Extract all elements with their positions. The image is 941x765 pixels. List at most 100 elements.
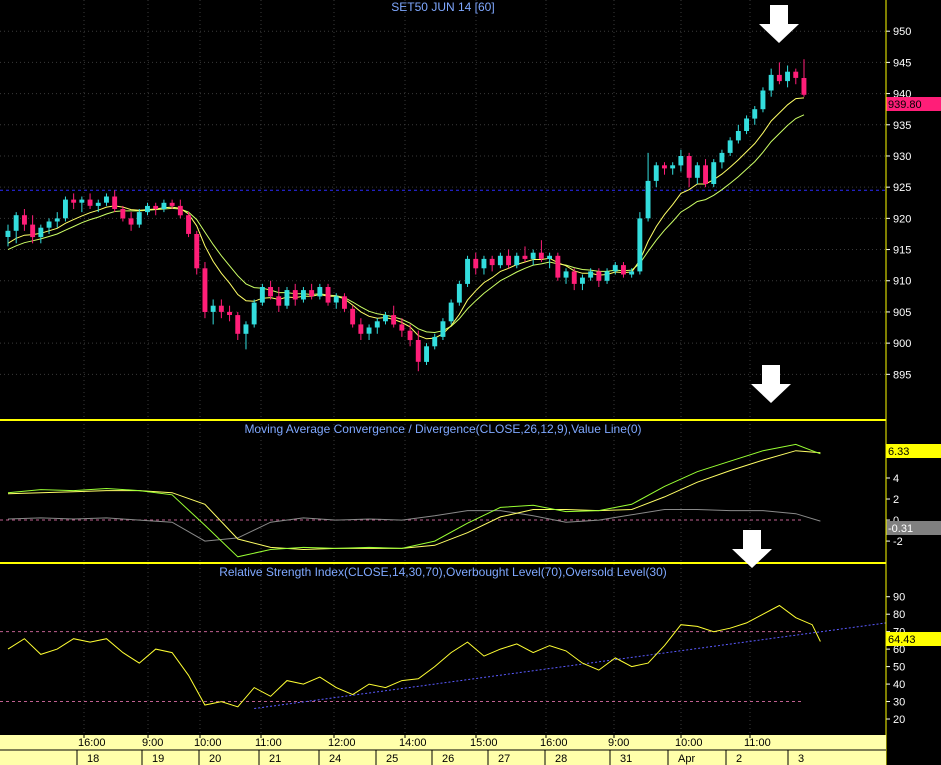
candle-up (366, 327, 372, 334)
candle-down (309, 290, 315, 297)
histogram-value-badge: -0.31 (886, 521, 941, 535)
candle-up (727, 140, 733, 153)
candle-up (145, 205, 150, 213)
rsi-tick-label: 40 (893, 679, 905, 691)
candle-down (194, 234, 200, 269)
rsi-tick-label: 20 (893, 714, 905, 726)
candle-up (104, 196, 109, 203)
candle-up (645, 180, 651, 219)
candle-down (342, 296, 347, 309)
time-tick-label: 14:00 (399, 737, 427, 749)
time-tick-label: 16:00 (78, 737, 106, 749)
candle-down (506, 255, 511, 266)
time-tick-label: 11:00 (255, 737, 282, 749)
rsi-panel-title: Relative Strength Index(CLOSE,14,30,70),… (219, 565, 667, 579)
candle-down (399, 324, 405, 331)
candle-down (128, 218, 134, 225)
date-tick-label: 27 (498, 753, 510, 765)
candle-up (653, 165, 659, 181)
candle-up (735, 131, 741, 141)
price-tick-label: 950 (893, 26, 911, 38)
price-tick-label: 905 (893, 307, 911, 319)
price-tick-label: 915 (893, 245, 911, 257)
rsi-tick-label: 90 (893, 592, 905, 604)
candle-down (415, 340, 421, 362)
date-tick-label: 18 (87, 753, 99, 765)
candle-up (317, 287, 323, 297)
candle-up (514, 255, 520, 266)
candle-down (391, 315, 397, 325)
candle-up (448, 302, 454, 322)
rsi-tick-label: 30 (893, 697, 905, 709)
candle-up (760, 90, 766, 110)
price-tick-label: 900 (893, 338, 911, 350)
last-price-badge: 939.80 (886, 97, 941, 111)
macd-tick-label: -2 (893, 536, 903, 548)
price-tick-label: 945 (893, 57, 911, 69)
candle-up (63, 199, 68, 219)
macd-tick-label: 4 (893, 473, 899, 485)
time-tick-label: 16:00 (540, 737, 568, 749)
candle-up (637, 218, 643, 272)
date-tick-label: 24 (329, 753, 341, 765)
candle-down (407, 330, 413, 341)
candle-up (5, 230, 11, 237)
time-tick-label: 9:00 (608, 737, 629, 749)
candle-up (440, 321, 446, 337)
candle-up (259, 287, 265, 303)
candle-up (301, 290, 306, 300)
stock-chart[interactable]: SET50 JUN 14 [60] 895 900 905 910 915 920 925 9… (0, 0, 941, 765)
macd-panel-title: Moving Average Convergence / Divergence(… (244, 422, 641, 436)
candle-down (621, 265, 626, 275)
svg-text:-0.31: -0.31 (888, 523, 913, 535)
candle-down (350, 308, 356, 325)
price-tick-label: 920 (893, 213, 911, 225)
candle-up (563, 271, 569, 278)
time-tick-label: 15:00 (470, 737, 498, 749)
date-tick-label: 3 (798, 753, 804, 765)
candle-down (120, 209, 126, 219)
date-tick-label: 19 (152, 753, 164, 765)
candle-down (555, 255, 561, 278)
date-tick-label: 21 (269, 753, 281, 765)
rsi-tick-label: 80 (893, 609, 905, 621)
date-tick-label: Apr (678, 753, 695, 765)
chart-background (0, 0, 941, 765)
candle-up (588, 271, 594, 278)
macd-tick-label: 2 (893, 494, 899, 506)
candle-up (670, 165, 676, 169)
candle-up (13, 215, 19, 231)
time-tick-label: 10:00 (675, 737, 703, 749)
candle-down (793, 71, 799, 78)
candle-down (268, 287, 273, 297)
candle-down (169, 202, 175, 206)
candle-down (325, 287, 331, 303)
price-tick-label: 925 (893, 182, 911, 194)
candle-down (473, 258, 479, 269)
candle-down (522, 255, 528, 259)
svg-text:939.80: 939.80 (888, 99, 922, 111)
candle-down (218, 305, 224, 312)
candle-up (95, 202, 101, 206)
svg-text:6.33: 6.33 (888, 446, 909, 458)
candle-down (662, 165, 667, 169)
candle-down (22, 215, 27, 225)
candle-up (629, 271, 635, 275)
rsi-value-badge: 64.43 (886, 632, 941, 646)
candle-up (612, 265, 618, 272)
candle-up (530, 252, 536, 259)
candle-down (186, 215, 191, 234)
candle-up (465, 258, 470, 284)
candle-up (79, 199, 85, 203)
candle-up (284, 290, 290, 306)
time-tick-label: 9:00 (142, 737, 163, 749)
candle-up (432, 336, 438, 347)
candle-up (210, 305, 216, 312)
candle-up (424, 346, 429, 362)
date-tick-label: 2 (736, 753, 742, 765)
candle-down (202, 268, 208, 312)
candle-up (580, 277, 585, 284)
candle-down (276, 296, 282, 306)
candle-up (333, 296, 339, 303)
candle-up (161, 202, 167, 209)
